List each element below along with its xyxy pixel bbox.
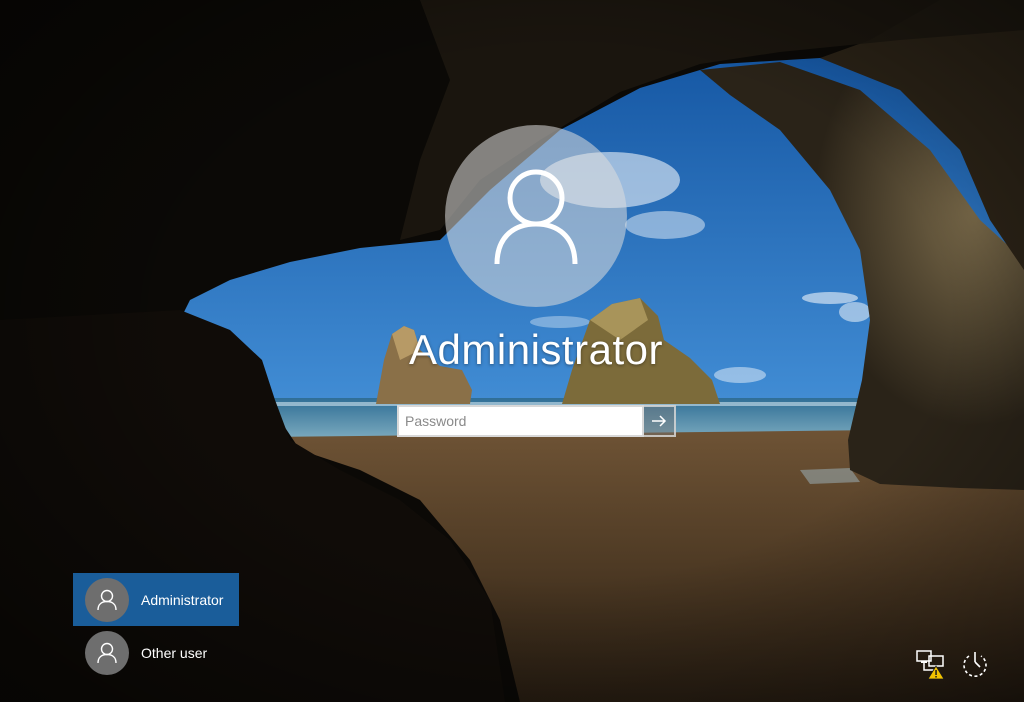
user-icon	[97, 589, 117, 610]
arrow-right-icon	[652, 415, 667, 427]
network-button[interactable]	[914, 647, 948, 681]
user-list-item-other-user[interactable]: Other user	[73, 626, 239, 679]
network-warning-icon	[916, 650, 945, 680]
user-avatar-small	[85, 577, 129, 622]
power-button[interactable]	[958, 647, 992, 681]
user-avatar-small	[85, 630, 129, 675]
power-icon	[963, 652, 987, 677]
user-avatar-large	[445, 125, 627, 307]
password-field[interactable]	[397, 405, 644, 437]
user-icon	[97, 642, 117, 663]
user-list-item-label: Administrator	[141, 591, 224, 608]
selected-user-name: Administrator	[409, 326, 663, 373]
user-list-item-administrator[interactable]: Administrator	[73, 573, 239, 626]
login-screen: Administrator Administrator Other user	[0, 0, 1024, 702]
user-icon	[494, 169, 578, 265]
submit-button[interactable]	[644, 405, 676, 437]
password-form	[397, 405, 676, 437]
user-list-item-label: Other user	[141, 644, 208, 661]
user-switcher-list: Administrator Other user	[73, 573, 239, 679]
